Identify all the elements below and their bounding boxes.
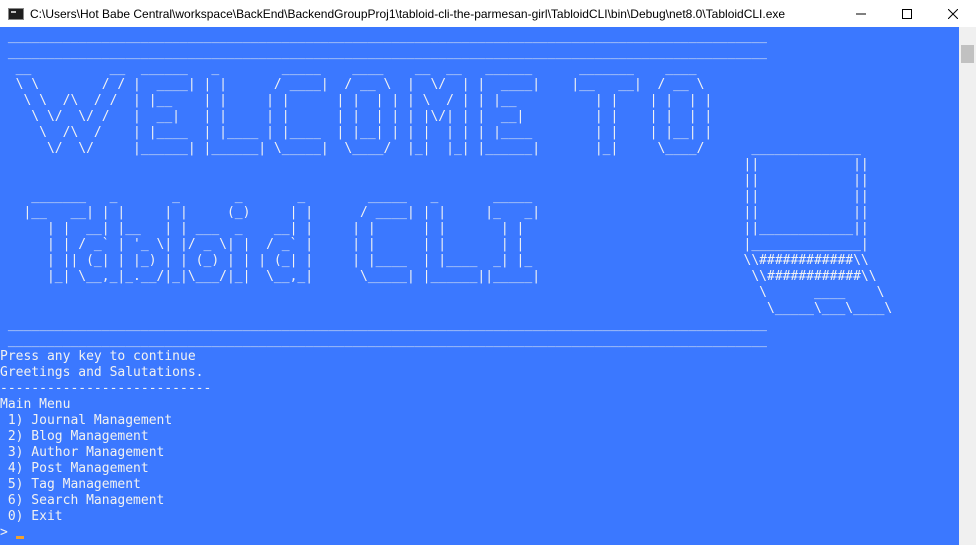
menu-item-exit: 0) Exit xyxy=(0,509,63,524)
close-button[interactable] xyxy=(930,0,976,27)
divider-line: --------------------------- xyxy=(0,381,212,396)
scrollbar-thumb[interactable] xyxy=(961,45,974,63)
text-cursor xyxy=(15,535,24,539)
console-app-icon[interactable] xyxy=(8,7,24,20)
menu-title: Main Menu xyxy=(0,397,71,412)
welcome-banner-art: ________________________________________… xyxy=(7,29,893,348)
menu-item-search: 6) Search Management xyxy=(0,493,165,508)
menu-item-journal: 1) Journal Management xyxy=(0,413,173,428)
menu-item-author: 3) Author Management xyxy=(0,445,165,460)
menu-item-tag: 5) Tag Management xyxy=(0,477,141,492)
input-prompt[interactable]: > xyxy=(0,525,959,541)
title-bar[interactable]: C:\Users\Hot Babe Central\workspace\Back… xyxy=(0,0,976,27)
window-controls xyxy=(838,0,976,27)
minimize-icon xyxy=(856,13,866,14)
prompt-symbol: > xyxy=(0,525,8,540)
menu-item-post: 4) Post Management xyxy=(0,461,149,476)
maximize-button[interactable] xyxy=(884,0,930,27)
greeting-text: Greetings and Salutations. xyxy=(0,365,204,380)
close-icon xyxy=(948,8,958,19)
press-key-text: Press any key to continue xyxy=(0,349,196,364)
vertical-scrollbar[interactable] xyxy=(959,27,976,545)
console-output[interactable]: ________________________________________… xyxy=(0,27,959,545)
minimize-button[interactable] xyxy=(838,0,884,27)
console-window: C:\Users\Hot Babe Central\workspace\Back… xyxy=(0,0,976,545)
menu-item-blog: 2) Blog Management xyxy=(0,429,149,444)
maximize-icon xyxy=(902,8,912,19)
window-title: C:\Users\Hot Babe Central\workspace\Back… xyxy=(30,6,786,21)
